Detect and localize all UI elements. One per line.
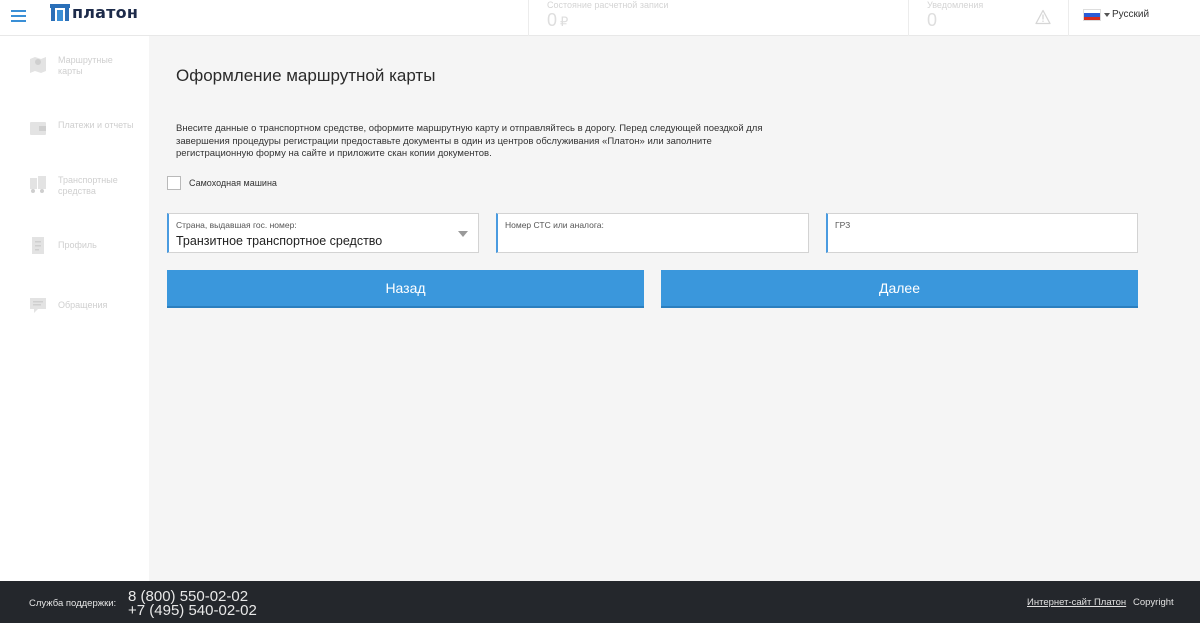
map-icon xyxy=(30,57,46,73)
next-button[interactable]: Далее xyxy=(661,270,1138,308)
account-status-panel[interactable]: Состояние расчетной записи 0 ₽ xyxy=(528,0,908,36)
top-header: платон Состояние расчетной записи 0 ₽ Уве… xyxy=(0,0,1200,36)
hamburger-menu-icon[interactable] xyxy=(11,10,26,22)
sidebar-item-label: Обращения xyxy=(58,300,108,310)
chevron-down-icon xyxy=(458,231,468,237)
main-content: Оформление маршрутной карты Внесите данн… xyxy=(149,36,1200,581)
wallet-icon xyxy=(30,122,46,135)
self-propelled-label: Самоходная машина xyxy=(189,178,277,188)
warning-triangle-icon xyxy=(1035,9,1051,25)
grz-field[interactable]: ГРЗ xyxy=(826,213,1138,253)
platon-logo[interactable]: платон xyxy=(50,2,139,22)
sidebar-item-vehicles[interactable]: Транспортные средства xyxy=(0,168,149,212)
account-status-label: Состояние расчетной записи xyxy=(547,0,669,10)
sidebar-item-label: Транспортные средства xyxy=(58,175,118,196)
platon-logo-mark xyxy=(50,3,70,21)
back-button[interactable]: Назад xyxy=(167,270,644,308)
support-label: Служба поддержки: xyxy=(29,598,117,609)
notifications-panel[interactable]: Уведомления 0 xyxy=(908,0,1068,36)
footer: Служба поддержки: 8 (800) 550-02-02 +7 (… xyxy=(0,581,1200,623)
caret-down-icon xyxy=(1104,13,1110,17)
copyright-text: Copyright xyxy=(1133,597,1174,608)
self-propelled-checkbox[interactable]: Самоходная машина xyxy=(167,176,277,190)
checkbox-box[interactable] xyxy=(167,176,181,190)
language-label: Русский xyxy=(1112,9,1150,20)
support-phone-2[interactable]: +7 (495) 540-02-02 xyxy=(128,603,257,618)
profile-document-icon xyxy=(32,237,44,254)
chat-bubble-icon xyxy=(30,298,46,313)
sidebar-item-label: Профиль xyxy=(58,240,97,250)
account-balance: 0 ₽ xyxy=(547,10,568,31)
page-title: Оформление маршрутной карты xyxy=(176,66,436,85)
currency-sign: ₽ xyxy=(560,14,569,29)
notifications-label: Уведомления xyxy=(927,0,984,10)
truck-icon xyxy=(30,176,46,193)
sidebar-item-label: Платежи и отчеты xyxy=(58,120,134,130)
russia-flag-icon xyxy=(1083,9,1101,21)
grz-label: ГРЗ xyxy=(835,220,851,230)
sidebar-item-payments[interactable]: Платежи и отчеты xyxy=(0,108,149,152)
account-balance-value: 0 xyxy=(547,10,558,30)
country-select-value: Транзитное транспортное средство xyxy=(176,234,383,248)
intro-text: Внесите данные о транспортном средстве, … xyxy=(176,123,763,160)
sts-number-label: Номер СТС или аналога: xyxy=(505,220,604,230)
sts-number-field[interactable]: Номер СТС или аналога: xyxy=(496,213,809,253)
sidebar: Маршрутные карты Платежи и отчеты Трансп… xyxy=(0,36,149,581)
brand-name: платон xyxy=(72,2,139,22)
platon-site-link[interactable]: Интернет-сайт Платон xyxy=(1027,597,1126,608)
sidebar-item-appeals[interactable]: Обращения xyxy=(0,288,149,332)
notifications-count: 0 xyxy=(927,10,938,30)
sidebar-item-label: Маршрутные карты xyxy=(58,55,113,76)
country-select[interactable]: Страна, выдавшая гос. номер: Транзитное … xyxy=(167,213,479,253)
language-selector[interactable]: Русский xyxy=(1068,0,1200,36)
sidebar-item-route-cards[interactable]: Маршрутные карты xyxy=(0,50,149,94)
country-select-label: Страна, выдавшая гос. номер: xyxy=(176,220,297,230)
sidebar-item-profile[interactable]: Профиль xyxy=(0,228,149,272)
